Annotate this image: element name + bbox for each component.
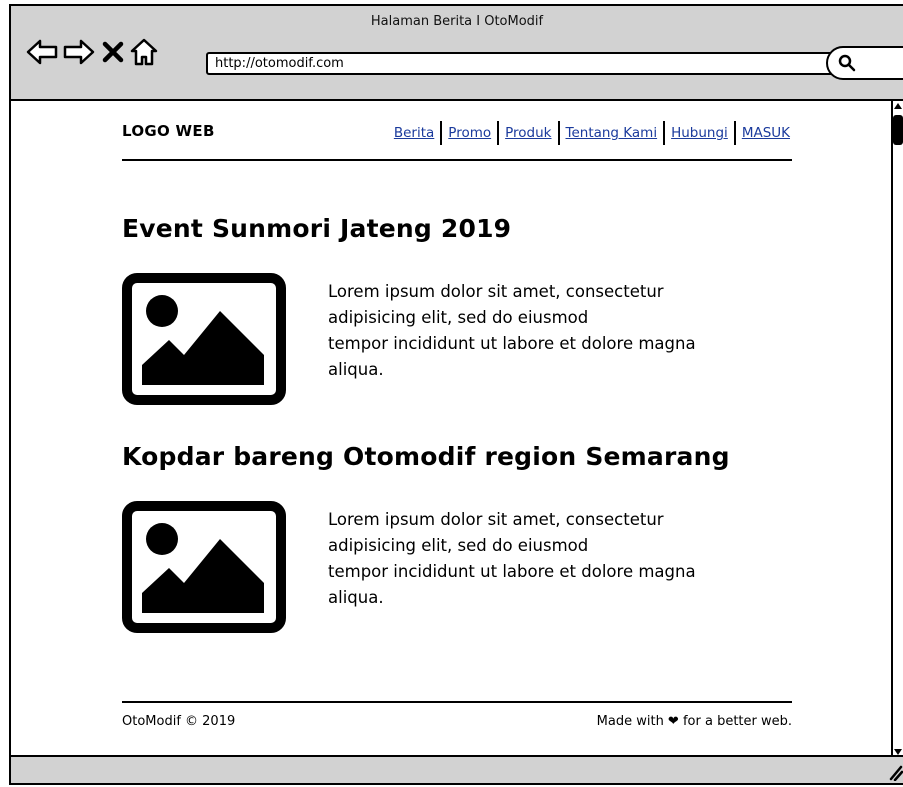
main-nav: Berita Promo Produk Tentang Kami Hubungi…: [388, 121, 790, 145]
article-text-line: adipisicing elit, sed do eiusmod: [328, 308, 589, 327]
scroll-thumb[interactable]: [893, 115, 903, 145]
footer-credit: Made with ❤ for a better web.: [596, 714, 792, 729]
back-arrow-icon[interactable]: [26, 37, 58, 67]
status-bar: [11, 755, 903, 783]
article-text-line: Lorem ipsum dolor sit amet, consectetur: [328, 510, 664, 529]
scroll-up-arrow-icon[interactable]: [893, 101, 903, 111]
page-content: LOGO WEB Berita Promo Produk Tentang Kam…: [122, 101, 792, 729]
nav-link-promo[interactable]: Promo: [442, 125, 497, 141]
nav-link-tentang-kami[interactable]: Tentang Kami: [560, 125, 664, 141]
vertical-scrollbar[interactable]: [891, 101, 903, 757]
site-footer: OtoModif © 2019 Made with ❤ for a better…: [122, 701, 792, 741]
search-button[interactable]: [826, 46, 903, 80]
window-title: Halaman Berita I OtoModif: [370, 14, 544, 29]
home-icon[interactable]: [129, 37, 159, 67]
article-text-line: tempor incididunt ut labore et dolore ma…: [328, 562, 696, 581]
article-text-line: aliqua.: [328, 360, 384, 379]
article-title[interactable]: Event Sunmori Jateng 2019: [122, 214, 511, 243]
close-icon[interactable]: [102, 41, 124, 63]
article-text-line: adipisicing elit, sed do eiusmod: [328, 536, 589, 555]
forward-arrow-icon[interactable]: [63, 37, 95, 67]
nav-link-berita[interactable]: Berita: [388, 125, 440, 141]
article-title[interactable]: Kopdar bareng Otomodif region Semarang: [122, 442, 730, 471]
address-bar[interactable]: http://otomodif.com: [206, 52, 840, 75]
footer-copyright: OtoModif © 2019: [122, 714, 236, 729]
nav-link-masuk[interactable]: MASUK: [736, 125, 790, 141]
article-text-line: Lorem ipsum dolor sit amet, consectetur: [328, 282, 664, 301]
site-logo: LOGO WEB: [122, 122, 215, 140]
nav-link-produk[interactable]: Produk: [499, 125, 557, 141]
search-icon: [838, 54, 856, 72]
resize-grip-icon[interactable]: [889, 761, 903, 781]
article-excerpt: Lorem ipsum dolor sit amet, consectetur …: [328, 507, 778, 611]
browser-chrome: Halaman Berita I OtoModif http://otomodi…: [11, 6, 903, 101]
article-text-line: aliqua.: [328, 588, 384, 607]
article-text-line: tempor incididunt ut labore et dolore ma…: [328, 334, 696, 353]
nav-link-hubungi[interactable]: Hubungi: [665, 125, 734, 141]
image-placeholder-icon: [122, 273, 286, 405]
site-header: LOGO WEB Berita Promo Produk Tentang Kam…: [122, 101, 792, 161]
article-excerpt: Lorem ipsum dolor sit amet, consectetur …: [328, 279, 778, 383]
browser-window: Halaman Berita I OtoModif http://otomodi…: [9, 4, 903, 785]
image-placeholder-icon: [122, 501, 286, 633]
